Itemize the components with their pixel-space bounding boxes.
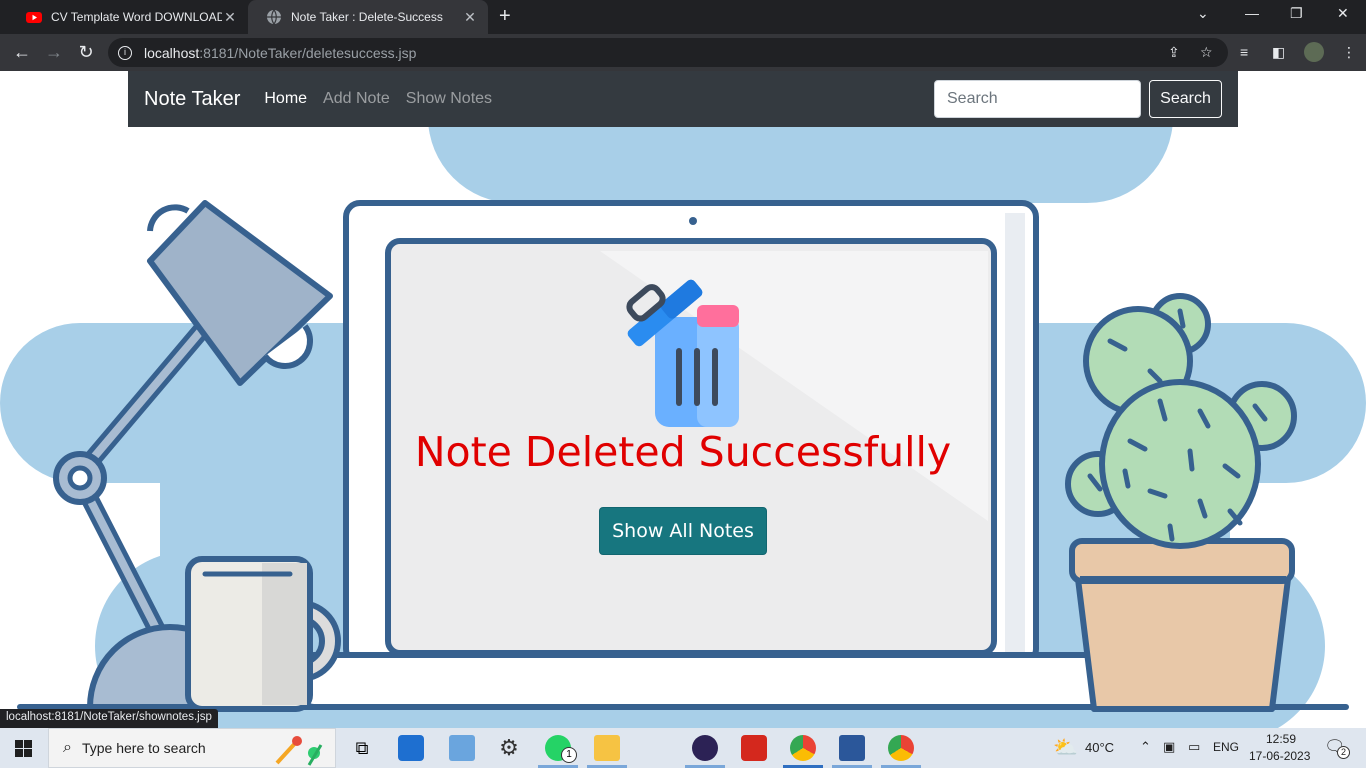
taskbar-search-placeholder: Type here to search: [81, 740, 206, 756]
profile-avatar[interactable]: [1304, 42, 1324, 62]
clock-date[interactable]: 17-06-2023: [1249, 749, 1310, 763]
windows-start-icon[interactable]: [15, 740, 32, 757]
delete-success-message: Note Deleted Successfully: [414, 428, 952, 476]
back-icon[interactable]: ←: [10, 41, 34, 65]
search-highlight-icon: [275, 736, 323, 766]
battery-icon[interactable]: ▭: [1188, 739, 1200, 755]
show-all-notes-button[interactable]: Show All Notes: [599, 507, 767, 555]
reload-icon[interactable]: ↻: [74, 41, 98, 65]
taskbar-search-box[interactable]: ⌕ Type here to search: [48, 728, 336, 768]
microsoft-store-icon[interactable]: [398, 735, 424, 761]
youtube-icon: [26, 12, 42, 23]
language-indicator[interactable]: ENG: [1213, 740, 1239, 754]
side-panel-icon[interactable]: ◧: [1272, 44, 1285, 61]
file-explorer-icon[interactable]: [594, 735, 620, 761]
temperature-label[interactable]: 40°C: [1085, 740, 1114, 755]
weather-icon[interactable]: ⛅: [1053, 735, 1078, 760]
show-hidden-icons-chevron-icon[interactable]: ⌃: [1140, 739, 1151, 755]
chrome-profile-icon[interactable]: [888, 735, 914, 761]
more-menu-icon[interactable]: ⋮: [1342, 44, 1356, 61]
search-icon: ⌕: [63, 739, 72, 756]
media-control-icon[interactable]: ≡: [1240, 44, 1248, 60]
tab-search-chevron-icon[interactable]: ⌄: [1197, 5, 1209, 22]
background-illustration: [0, 71, 1366, 728]
page-content: Note Taker Home Add Note Show Notes Sear…: [0, 71, 1366, 728]
tab-title: CV Template Word DOWNLOAD |: [51, 10, 222, 24]
search-button[interactable]: Search: [1149, 80, 1222, 118]
close-window-icon[interactable]: ✕: [1337, 5, 1349, 22]
meet-now-icon[interactable]: ▣: [1163, 739, 1175, 755]
forward-icon[interactable]: →: [42, 41, 66, 65]
tab-title: Note Taker : Delete-Success: [291, 10, 443, 24]
link-status-bubble: localhost:8181/NoteTaker/shownotes.jsp: [0, 709, 218, 728]
share-icon[interactable]: ⇪: [1168, 44, 1180, 61]
browser-tab-cv-template[interactable]: CV Template Word DOWNLOAD | ✕: [8, 0, 248, 34]
new-tab-icon[interactable]: +: [499, 6, 511, 26]
url-host: localhost: [144, 44, 200, 61]
site-info-icon[interactable]: i: [118, 45, 132, 60]
restore-icon[interactable]: ❐: [1290, 5, 1303, 22]
browser-toolbar: ← → ↻ i localhost:8181/NoteTaker/deletes…: [0, 34, 1366, 71]
network-app-icon[interactable]: [449, 735, 475, 761]
close-tab-icon[interactable]: ✕: [462, 9, 478, 26]
nav-link-home[interactable]: Home: [264, 90, 307, 108]
browser-tabstrip: CV Template Word DOWNLOAD | ✕ Note Taker…: [0, 0, 1366, 34]
nav-link-show-notes[interactable]: Show Notes: [406, 90, 492, 108]
search-input[interactable]: [934, 80, 1141, 118]
windows-taskbar: ⌕ Type here to search ⧉ ⚙ 1 ⛅ 40°C ⌃ ▣ ▭…: [0, 728, 1366, 768]
task-view-icon[interactable]: ⧉: [349, 735, 375, 761]
nav-link-add-note[interactable]: Add Note: [323, 90, 390, 108]
clock-time[interactable]: 12:59: [1266, 732, 1296, 746]
navbar-brand[interactable]: Note Taker: [144, 88, 240, 111]
chrome-icon[interactable]: [790, 735, 816, 761]
eclipse-icon[interactable]: [692, 735, 718, 761]
globe-icon: [267, 9, 281, 25]
site-navbar: Note Taker Home Add Note Show Notes Sear…: [128, 71, 1238, 127]
whatsapp-badge: 1: [561, 747, 577, 763]
url-path: :8181/NoteTaker/deletesuccess.jsp: [199, 44, 417, 61]
notification-count-badge: 2: [1337, 746, 1350, 759]
address-bar[interactable]: i localhost:8181/NoteTaker/deletesuccess…: [108, 38, 1228, 67]
acrobat-icon[interactable]: [741, 735, 767, 761]
word-icon[interactable]: [839, 735, 865, 761]
minimize-icon[interactable]: —: [1245, 5, 1259, 21]
settings-gear-icon[interactable]: ⚙: [496, 735, 522, 761]
bookmark-star-icon[interactable]: ☆: [1200, 44, 1213, 61]
browser-tab-note-taker[interactable]: Note Taker : Delete-Success ✕: [248, 0, 488, 34]
close-tab-icon[interactable]: ✕: [222, 9, 238, 26]
